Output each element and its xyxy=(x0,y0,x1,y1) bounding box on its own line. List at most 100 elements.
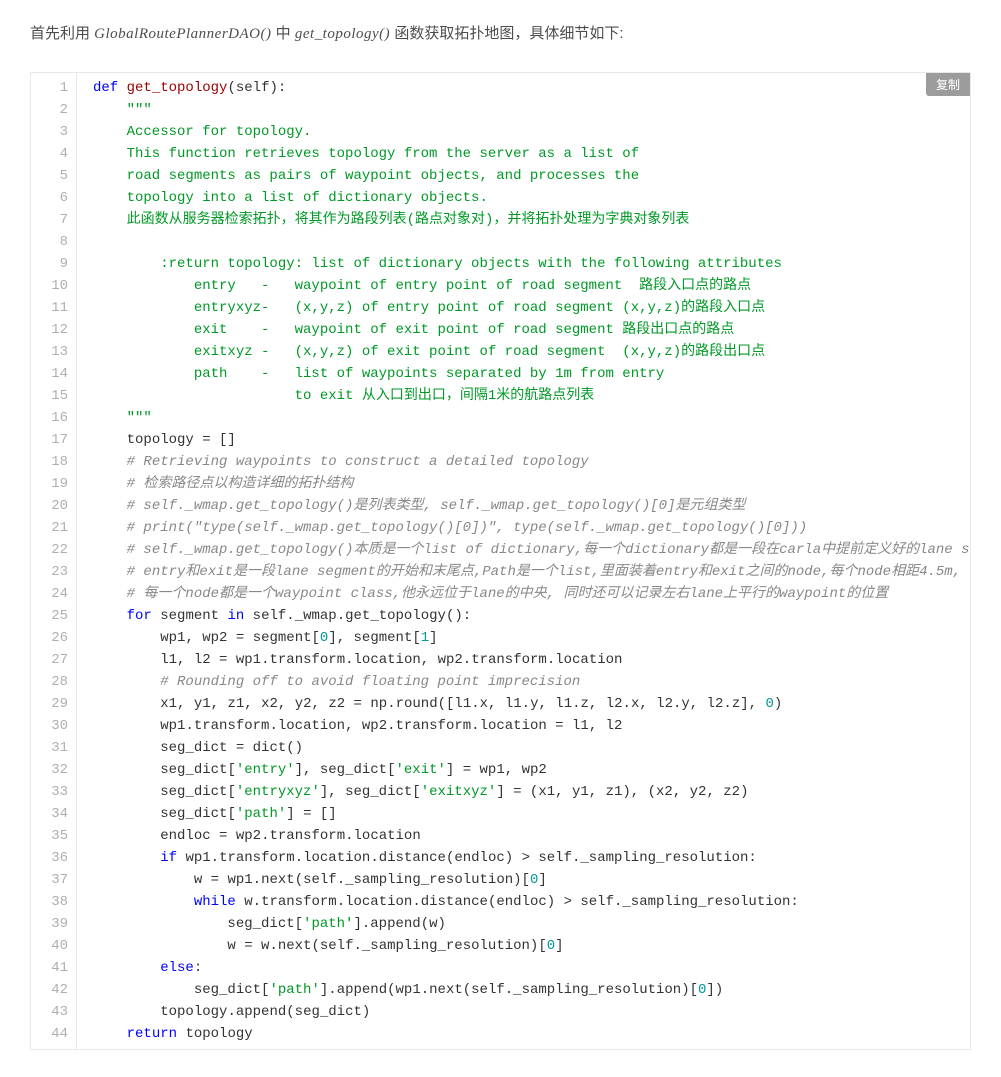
code-token: in xyxy=(227,608,244,624)
code-token: path - list of waypoints separated by 1m… xyxy=(93,366,664,382)
line-number: 12 xyxy=(35,319,68,341)
code-token xyxy=(93,630,160,646)
code-token: wp2 xyxy=(236,828,261,844)
code-token: . xyxy=(505,982,513,998)
code-token: _sampling_resolution xyxy=(345,872,513,888)
code-token: 此函数从服务器检索拓扑，将其作为路段列表(路点对象对)，并将拓扑处理为字典对象列… xyxy=(93,212,689,228)
line-number: 20 xyxy=(35,495,68,517)
code-line: """ xyxy=(93,99,971,121)
code-token xyxy=(93,740,160,756)
code-token xyxy=(93,652,160,668)
code-line: l1, l2 = wp1.transform.location, wp2.tra… xyxy=(93,649,971,671)
line-number: 7 xyxy=(35,209,68,231)
code-token: location xyxy=(480,718,547,734)
code-token: . xyxy=(345,652,353,668)
code-token: . xyxy=(412,894,420,910)
code-token: ) xyxy=(362,1004,370,1020)
code-token: l2 xyxy=(606,696,623,712)
code-token: endloc xyxy=(496,894,546,910)
code-token: dict xyxy=(253,740,287,756)
code-token xyxy=(93,1026,127,1042)
intro-paragraph: 首先利用 GlobalRoutePlannerDAO() 中 get_topol… xyxy=(30,20,971,48)
code-token: . xyxy=(522,696,530,712)
code-line: """ xyxy=(93,407,971,429)
code-token: = xyxy=(211,652,236,668)
code-token: , xyxy=(345,718,362,734)
code-token xyxy=(93,806,160,822)
code-token: _sampling_resolution xyxy=(580,850,748,866)
code-token: def xyxy=(93,80,118,96)
code-token xyxy=(93,102,127,118)
code-line: exitxyz - (x,y,z) of exit point of road … xyxy=(93,341,971,363)
line-number: 28 xyxy=(35,671,68,693)
code-token xyxy=(93,938,227,954)
code-token: ]. xyxy=(353,916,370,932)
code-line: exit - waypoint of exit point of road se… xyxy=(93,319,971,341)
code-line: seg_dict['path'] = [] xyxy=(93,803,971,825)
code-token xyxy=(93,762,160,778)
code-token: . xyxy=(623,696,631,712)
code-token: [ xyxy=(387,762,395,778)
code-token xyxy=(93,432,127,448)
code-token: ( xyxy=(286,1004,294,1020)
code-token: . xyxy=(253,872,261,888)
code-token: w xyxy=(227,938,235,954)
code-token: self xyxy=(320,938,354,954)
code-line: entryxyz- (x,y,z) of entry point of road… xyxy=(93,297,971,319)
code-token: next xyxy=(261,872,295,888)
code-token xyxy=(93,982,194,998)
code-line: # entry和exit是一段lane segment的开始和末尾点,Path是… xyxy=(93,561,971,583)
line-number: 1 xyxy=(35,77,68,99)
line-number: 35 xyxy=(35,825,68,847)
code-token: ] xyxy=(429,630,437,646)
code-token: )[ xyxy=(530,938,547,954)
code-token: entryxyz- (x,y,z) of entry point of road… xyxy=(93,300,765,316)
code-token: . xyxy=(253,894,261,910)
code-token: . xyxy=(572,696,580,712)
code-token xyxy=(244,608,252,624)
code-token: ) xyxy=(740,784,748,800)
line-number: 29 xyxy=(35,693,68,715)
code-token: . xyxy=(387,696,395,712)
code-line: return topology xyxy=(93,1023,971,1045)
line-number: 34 xyxy=(35,803,68,825)
code-block: 复制 1234567891011121314151617181920212223… xyxy=(30,72,971,1050)
line-number: 39 xyxy=(35,913,68,935)
code-token: # print("type(self._wmap.get_topology()[… xyxy=(127,520,808,536)
code-token: x2 xyxy=(656,784,673,800)
code-token: x1 xyxy=(160,696,177,712)
code-token: z2 xyxy=(723,784,740,800)
code-token: else xyxy=(160,960,194,976)
code-token: return xyxy=(127,1026,177,1042)
code-token: wp1 xyxy=(227,872,252,888)
code-token: 'path' xyxy=(303,916,353,932)
code-token: z2 xyxy=(328,696,345,712)
code-line: # self._wmap.get_topology()本质是一个list of … xyxy=(93,539,971,561)
code-line: wp1, wp2 = segment[0], segment[1] xyxy=(93,627,971,649)
code-token: ) xyxy=(774,696,782,712)
line-number: 43 xyxy=(35,1001,68,1023)
code-token: = xyxy=(345,696,370,712)
code-token: :return topology: list of dictionary obj… xyxy=(93,256,782,272)
code-token: . xyxy=(211,850,219,866)
code-line: # print("type(self._wmap.get_topology()[… xyxy=(93,517,971,539)
code-token xyxy=(93,916,227,932)
code-token: seg_dict xyxy=(160,762,227,778)
code-line: topology.append(seg_dict) xyxy=(93,1001,971,1023)
code-token: w xyxy=(244,894,252,910)
code-token: append xyxy=(236,1004,286,1020)
copy-button[interactable]: 复制 xyxy=(926,73,970,96)
code-token: z1 xyxy=(606,784,623,800)
code-token xyxy=(93,872,194,888)
line-number: 3 xyxy=(35,121,68,143)
code-token: . xyxy=(471,718,479,734)
code-token xyxy=(93,498,127,514)
code-token: _sampling_resolution xyxy=(513,982,681,998)
code-token: x1 xyxy=(538,784,555,800)
code-token xyxy=(93,542,127,558)
code-token: _sampling_resolution xyxy=(362,938,530,954)
code-token: 'exitxyz' xyxy=(421,784,497,800)
code-token: ) > xyxy=(505,850,539,866)
code-token: 'entryxyz' xyxy=(236,784,320,800)
code-token: = xyxy=(227,630,252,646)
